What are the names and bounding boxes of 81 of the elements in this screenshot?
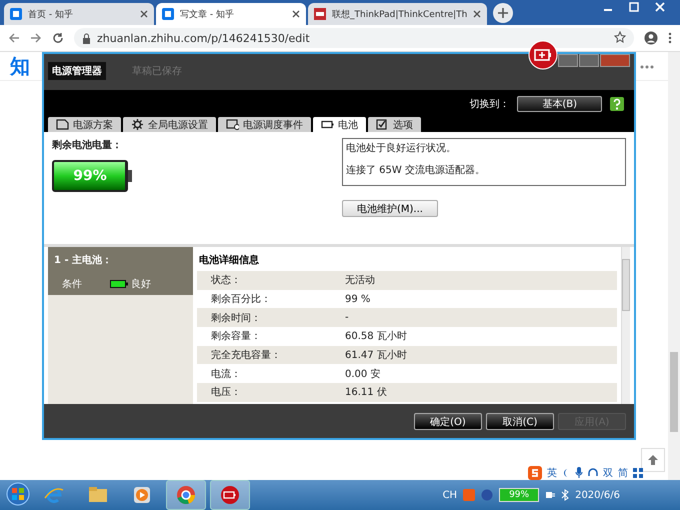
ime-mode[interactable]: 双 (603, 466, 613, 480)
detail-label: 完全充电容量： (211, 348, 282, 362)
detail-value: - (345, 312, 349, 324)
details-scrollbar[interactable] (621, 247, 630, 404)
detail-value: 16.11 伏 (345, 386, 387, 400)
battery-icon (321, 119, 334, 130)
browser-tab[interactable]: 首页 - 知乎 (4, 3, 154, 25)
status-text: 电池处于良好运行状况。 (346, 142, 457, 155)
browser-tab[interactable]: 写文章 - 知乎 (156, 3, 306, 25)
lock-icon (82, 32, 91, 44)
detail-value: 99 % (345, 294, 370, 305)
back-to-top-button[interactable] (641, 448, 665, 472)
back-icon[interactable] (8, 32, 20, 44)
reload-icon[interactable] (52, 32, 64, 44)
maximize-icon[interactable] (629, 2, 639, 12)
battery-app-icon (219, 484, 241, 506)
close-icon[interactable] (292, 10, 300, 18)
site-logo[interactable]: 知 (10, 52, 30, 80)
monitor-clock-icon (226, 119, 239, 130)
new-tab-button[interactable] (493, 3, 514, 23)
detail-label: 剩余百分比： (211, 292, 272, 306)
close-icon[interactable] (140, 10, 148, 18)
battery-maintenance-button[interactable]: 电池维护(M)... (342, 200, 438, 217)
detail-value: 61.47 瓦小时 (345, 348, 407, 362)
headset-icon[interactable] (588, 468, 598, 478)
tab[interactable]: 全局电源设置 (123, 117, 216, 132)
address-bar[interactable]: zhuanlan.zhihu.com/p/146241530/edit (74, 28, 634, 48)
detail-label: 状态： (211, 274, 242, 288)
date-text[interactable]: 2020/6/6 (575, 490, 620, 500)
start-icon[interactable] (6, 482, 30, 506)
settings-icon (131, 119, 144, 130)
detail-value: 60.58 瓦小时 (345, 330, 407, 344)
up-arrow-icon (648, 455, 658, 465)
plug-icon[interactable] (545, 490, 556, 500)
detail-label: 剩余时间： (211, 312, 262, 325)
battery-list-item[interactable]: 1 - 主电池： 条件 良好 (48, 247, 193, 295)
checkbox-icon (376, 119, 389, 130)
chrome-icon (175, 484, 197, 506)
battery-reading: 99% (72, 167, 108, 186)
browser-tab[interactable]: 联想_ThinkPad|ThinkCentre|Th (308, 3, 488, 25)
switch-label: 切换到： (469, 98, 510, 110)
forward-icon[interactable] (30, 32, 42, 44)
more-icon[interactable] (640, 64, 654, 68)
details-heading: 电池详细信息 (198, 253, 260, 268)
language-indicator[interactable]: CH (442, 490, 458, 500)
site-icon (10, 8, 22, 20)
window-title: 电源管理器 (48, 62, 106, 80)
remaining-charge-label: 剩余电池电量： (52, 138, 123, 152)
tab[interactable]: 电源方案 (48, 117, 121, 132)
ime-mode[interactable]: 英 (547, 466, 557, 480)
play-icon (131, 484, 153, 506)
tab[interactable]: 电源调度事件 (218, 117, 311, 132)
draft-status: 草稿已保存 (132, 64, 182, 78)
site-icon (162, 8, 174, 20)
status-text: 连接了 65W 交流电源适配器。 (346, 164, 486, 177)
close-icon[interactable] (473, 10, 482, 18)
account-icon[interactable] (644, 31, 658, 45)
detail-value: 无活动 (345, 274, 375, 288)
menu-icon[interactable] (668, 32, 672, 44)
detail-value: 0.00 安 (345, 368, 380, 381)
battery-app-icon (528, 40, 558, 70)
dialog-button[interactable]: 取消(C) (486, 412, 554, 430)
ime-mode[interactable]: 简 (618, 466, 628, 480)
taskbar-button[interactable] (166, 480, 206, 510)
dialog-button[interactable]: 确定(O) (414, 412, 482, 430)
taskbar-button[interactable] (210, 480, 250, 510)
bluetooth-icon[interactable] (561, 489, 570, 501)
plus-icon (498, 8, 508, 18)
detail-label: 剩余容量： (211, 330, 262, 344)
tab[interactable]: 选项 (368, 117, 421, 132)
detail-label: 电流： (211, 368, 242, 381)
star-icon[interactable] (614, 30, 626, 42)
tab[interactable]: 电池 (313, 117, 366, 132)
detail-label: 电压： (211, 386, 242, 400)
page-scrollbar[interactable] (668, 52, 680, 480)
page-icon (56, 119, 69, 130)
basic-mode-button[interactable]: 基本(B) (517, 96, 602, 112)
mic-icon[interactable] (575, 467, 583, 479)
battery-icon (110, 280, 128, 288)
grid-icon[interactable] (633, 468, 643, 478)
site-icon (314, 8, 326, 20)
